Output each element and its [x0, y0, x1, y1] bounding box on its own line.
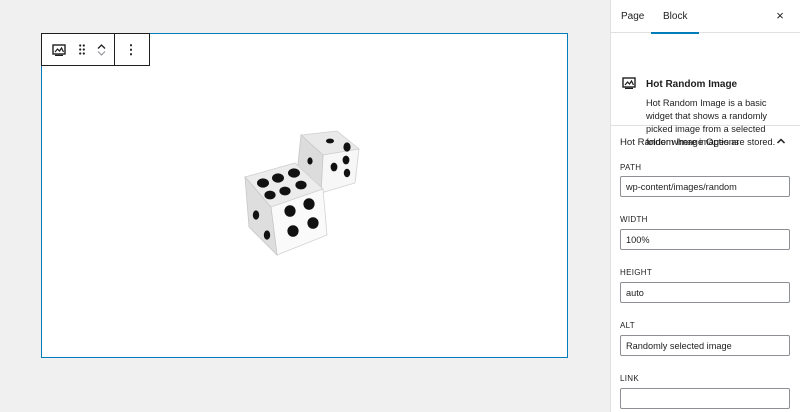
more-options-button[interactable]: ⋮: [115, 34, 147, 65]
drag-handle-icon: [79, 44, 85, 55]
close-icon[interactable]: ×: [774, 9, 786, 23]
width-label: WIDTH: [620, 215, 648, 224]
block-toolbar: ⋮: [41, 33, 150, 66]
path-label: PATH: [620, 163, 642, 172]
tab-page[interactable]: Page: [621, 0, 644, 33]
link-input[interactable]: [620, 388, 790, 409]
sidebar-tabs: Page Block ×: [611, 0, 800, 34]
block-title: Hot Random Image: [646, 79, 738, 90]
toolbar-group-options: ⋮: [114, 34, 147, 65]
editor-canvas: ⋮: [0, 0, 610, 412]
widget-image-icon: [52, 43, 66, 56]
height-label: HEIGHT: [620, 268, 653, 277]
options-panel-header[interactable]: Hot Random Image Options: [610, 127, 800, 159]
random-image-block[interactable]: [41, 33, 568, 358]
height-input[interactable]: [620, 282, 790, 303]
dice-image: [244, 130, 360, 257]
more-options-icon: ⋮: [124, 41, 138, 57]
block-type-button[interactable]: [42, 34, 76, 65]
move-buttons: [88, 34, 114, 65]
toolbar-group-block: [42, 34, 114, 65]
panel-title: Hot Random Image Options: [620, 137, 739, 148]
drag-handle[interactable]: [76, 34, 88, 65]
chevron-up-icon[interactable]: [97, 43, 106, 50]
chevron-down-icon[interactable]: [97, 50, 106, 57]
width-input[interactable]: [620, 229, 790, 250]
widget-image-icon: [622, 77, 636, 89]
path-input[interactable]: [620, 176, 790, 197]
tab-block[interactable]: Block: [650, 0, 701, 34]
chevron-up-icon[interactable]: [776, 137, 786, 145]
link-label: LINK: [620, 374, 639, 383]
alt-input[interactable]: [620, 335, 790, 356]
alt-label: ALT: [620, 321, 635, 330]
block-card: Hot Random Image Hot Random Image is a b…: [611, 33, 800, 147]
